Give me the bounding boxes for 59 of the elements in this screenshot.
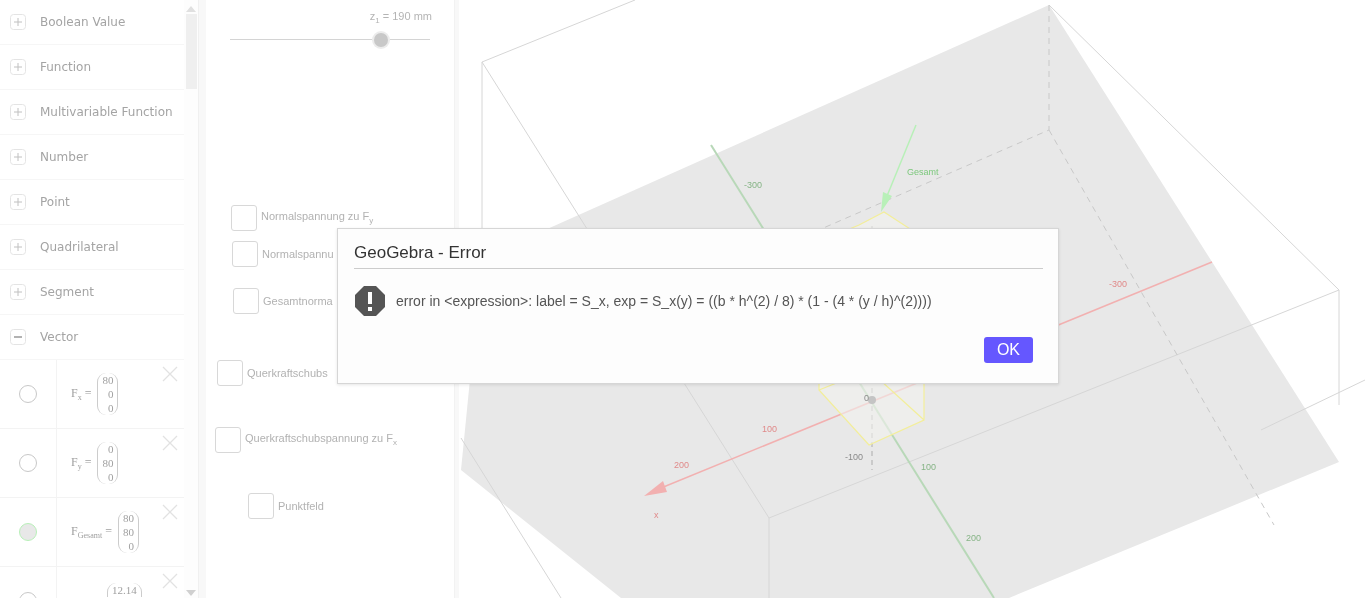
error-message: error in <expression>: label = S_x, exp = S_x(y) = ((b * h^(2) / 8) * (1 - (4 * (y / h)^(2)))) [396, 293, 932, 309]
scroll-down-icon[interactable] [186, 590, 196, 596]
axis-label: 0 [864, 393, 869, 403]
checkbox-label[interactable]: Normalspannung zu F$_{y}$ [261, 210, 374, 226]
checkbox-label[interactable]: Gesamtnorma [263, 295, 333, 307]
axis-label: 100 [762, 424, 778, 434]
plus-icon[interactable] [10, 194, 26, 210]
axis-label: Gesamt [907, 167, 939, 177]
plus-icon[interactable] [10, 59, 26, 75]
vector-matrix: 0 80 0 [97, 442, 119, 484]
origin-point [868, 396, 876, 404]
visibility-toggle[interactable] [19, 523, 37, 541]
category-label[interactable]: Quadrilateral [40, 240, 119, 254]
plus-icon[interactable] [10, 104, 26, 120]
axis-label: -300 [744, 180, 762, 190]
dialog-title: GeoGebra - Error [354, 243, 1043, 269]
close-icon[interactable] [162, 435, 178, 451]
scroll-up-icon[interactable] [186, 6, 196, 12]
checkbox-label[interactable]: Normalspannu [262, 248, 334, 260]
category-label[interactable]: Point [40, 195, 70, 209]
vector-matrix: 80 80 0 [117, 511, 139, 553]
category-label[interactable]: Number [40, 150, 89, 164]
checkbox-label[interactable]: Querkraftschubs [247, 367, 328, 379]
plus-icon[interactable] [10, 284, 26, 300]
checkbox[interactable] [231, 205, 257, 231]
checkbox[interactable] [215, 427, 241, 453]
plus-icon[interactable] [10, 14, 26, 30]
category-label[interactable]: Function [40, 60, 92, 74]
axis-label: -100 [845, 452, 863, 462]
axis-label: 200 [966, 533, 982, 543]
axis-label: 200 [674, 460, 690, 470]
plus-icon[interactable] [10, 149, 26, 165]
checkbox[interactable] [248, 493, 274, 519]
category-label[interactable]: Multivariable Function [40, 105, 173, 119]
category-label[interactable]: Vector [40, 330, 79, 344]
category-label[interactable]: Segment [40, 285, 94, 299]
category-label[interactable]: Boolean Value [40, 15, 126, 29]
checkbox[interactable] [233, 288, 259, 314]
minus-icon[interactable] [10, 329, 26, 345]
ok-button[interactable]: OK [983, 337, 1033, 363]
vector-name: F$_{y}$ = [71, 454, 92, 472]
axis-label: x [654, 510, 659, 520]
slider-track[interactable] [230, 31, 430, 50]
warning-icon [354, 285, 386, 317]
close-icon[interactable] [162, 504, 178, 520]
checkbox[interactable] [232, 241, 258, 267]
close-icon[interactable] [162, 573, 178, 589]
close-icon[interactable] [162, 366, 178, 382]
slider-thumb[interactable] [374, 33, 388, 48]
checkbox[interactable] [217, 360, 243, 386]
plus-icon[interactable] [10, 239, 26, 255]
vector-name: F$_{x}$ = [71, 385, 92, 403]
slider-label: z$_{1}$ = 190 mm [369, 10, 432, 26]
vector-name: F$_{Gesamt}$ = [71, 523, 112, 541]
vector-matrix: 80 0 0 [97, 373, 119, 415]
axis-label: 100 [921, 462, 937, 472]
checkbox-label[interactable]: Punktfeld [278, 500, 324, 512]
vector-matrix: 12.14 [107, 583, 142, 597]
axis-label: -300 [1109, 279, 1127, 289]
